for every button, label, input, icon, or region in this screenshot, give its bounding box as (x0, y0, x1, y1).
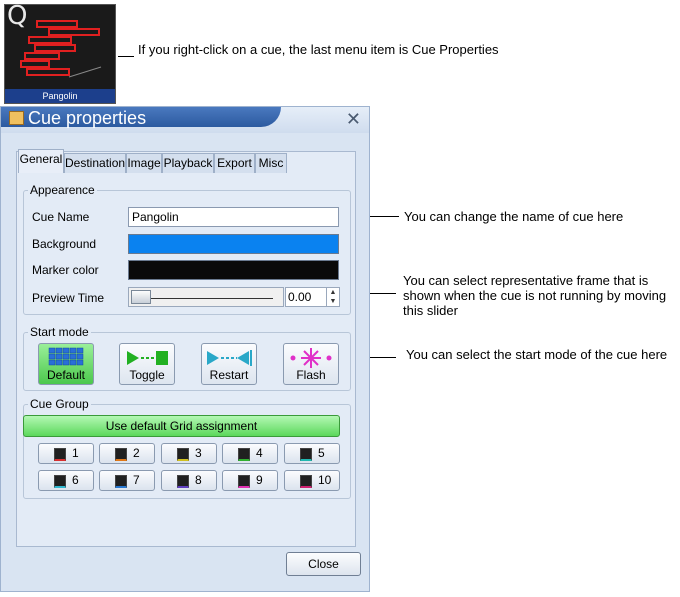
group-color-icon (238, 448, 250, 461)
cue-thumbnail[interactable]: Q Pangolin (4, 1, 116, 104)
cue-name-label: Cue Name (32, 210, 90, 224)
start-mode-toggle-button[interactable]: Toggle (119, 343, 175, 385)
group-color-icon (54, 448, 66, 461)
close-button[interactable]: Close (286, 552, 361, 576)
start-mode-toggle-label: Toggle (129, 368, 165, 382)
callout-start-mode: You can select the start mode of the cue… (406, 347, 668, 362)
slider-rail (135, 298, 273, 299)
tab-image[interactable]: Image (126, 153, 162, 173)
start-mode-default-button[interactable]: Default (38, 343, 94, 385)
background-label: Background (32, 237, 97, 251)
cue-name-input[interactable] (128, 207, 339, 227)
group-8-button[interactable]: 8 (161, 470, 217, 491)
callout-change-name: You can change the name of cue here (404, 209, 624, 224)
tab-export[interactable]: Export (214, 153, 255, 173)
start-mode-restart-label: Restart (209, 368, 249, 382)
group-7-button[interactable]: 7 (99, 470, 155, 491)
start-mode-flash-label: Flash (296, 368, 326, 382)
toggle-icon (127, 351, 168, 365)
group-label: 9 (256, 473, 263, 487)
group-3-button[interactable]: 3 (161, 443, 217, 464)
tab-misc[interactable]: Misc (255, 153, 287, 173)
marker-color-swatch[interactable] (128, 260, 339, 280)
dialog-title: Cue properties (28, 108, 147, 128)
cue-properties-dialog: Cue properties ✕ General Destination Ima… (0, 106, 370, 592)
group-color-icon (115, 448, 127, 461)
spin-up-icon[interactable]: ▲ (326, 288, 339, 297)
group-label: 6 (72, 473, 79, 487)
group-2-button[interactable]: 2 (99, 443, 155, 464)
start-mode-default-label: Default (46, 368, 86, 382)
group-label: 3 (195, 446, 202, 460)
cue-caption: Pangolin (5, 89, 115, 103)
group-color-icon (177, 475, 189, 488)
laser-frame-preview (20, 20, 102, 78)
group-color-icon (300, 475, 312, 488)
preview-time-value: 0.00 (288, 290, 312, 304)
tab-general[interactable]: General (18, 149, 64, 173)
cue-group-legend: Cue Group (30, 397, 89, 411)
group-color-icon (115, 475, 127, 488)
app-icon (9, 111, 24, 125)
group-6-button[interactable]: 6 (38, 470, 94, 491)
tab-playback[interactable]: Playback (162, 153, 214, 173)
group-label: 5 (318, 446, 325, 460)
group-label: 4 (256, 446, 263, 460)
group-1-button[interactable]: 1 (38, 443, 94, 464)
group-label: 10 (318, 473, 332, 487)
callout-preview-frame: You can select representative frame that… (403, 273, 667, 318)
group-label: 2 (133, 446, 140, 460)
dialog-titlebar[interactable]: Cue properties ✕ (1, 107, 369, 133)
start-mode-legend: Start mode (30, 325, 89, 339)
group-10-button[interactable]: 10 (284, 470, 340, 491)
group-5-button[interactable]: 5 (284, 443, 340, 464)
group-label: 7 (133, 473, 140, 487)
start-mode-restart-button[interactable]: Restart (201, 343, 257, 385)
group-label: 8 (195, 473, 202, 487)
group-color-icon (177, 448, 189, 461)
flash-icon (290, 348, 332, 368)
appearance-legend: Appearence (30, 183, 95, 197)
group-4-button[interactable]: 4 (222, 443, 278, 464)
callout-line (118, 56, 134, 57)
group-label: 1 (72, 446, 79, 460)
callout-right-click: If you right-click on a cue, the last me… (138, 42, 499, 57)
preview-time-spinbox[interactable]: 0.00 ▲ ▼ (285, 287, 340, 307)
close-icon[interactable]: ✕ (346, 109, 361, 130)
tab-destination[interactable]: Destination (64, 153, 126, 173)
group-color-icon (300, 448, 312, 461)
start-mode-flash-button[interactable]: Flash (283, 343, 339, 385)
group-color-icon (54, 475, 66, 488)
preview-time-label: Preview Time (32, 291, 105, 305)
marker-color-label: Marker color (32, 263, 99, 277)
restart-icon (207, 350, 252, 366)
use-default-grid-button[interactable]: Use default Grid assignment (23, 415, 340, 437)
group-color-icon (238, 475, 250, 488)
group-9-button[interactable]: 9 (222, 470, 278, 491)
slider-thumb[interactable] (131, 290, 151, 304)
preview-time-slider[interactable] (128, 287, 284, 307)
background-color-swatch[interactable] (128, 234, 339, 254)
spin-down-icon[interactable]: ▼ (326, 297, 339, 306)
